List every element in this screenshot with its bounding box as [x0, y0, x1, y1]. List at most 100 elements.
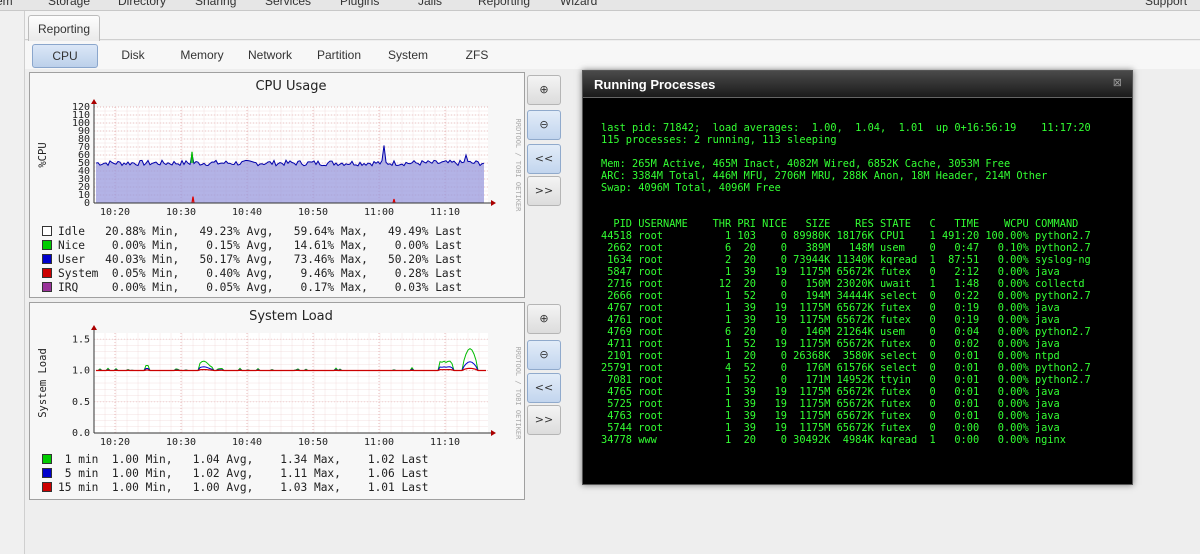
system-load-panel: System Load System Load RRDTOOL / TOBI OET…: [29, 302, 525, 500]
dialog-titlebar[interactable]: Running Processes ⊠: [583, 71, 1132, 98]
top-output-line: PID USERNAME THR PRI NICE SIZE RES STATE…: [601, 218, 1079, 230]
close-icon[interactable]: ⊠: [1113, 76, 1122, 89]
legend-stats: 1.00 Min, 1.02 Avg, 1.11 Max, 1.06 Last: [98, 467, 429, 480]
process-row: 44518 root 1 103 0 89980K 18176K CPU1 1 …: [601, 230, 1091, 242]
top-menu-item[interactable]: Support: [1145, 0, 1187, 8]
top-output-line: Mem: 265M Active, 465M Inact, 4082M Wire…: [601, 158, 1011, 170]
subtab-zfs[interactable]: ZFS: [449, 44, 505, 66]
process-row: 4711 root 1 52 19 1175M 65672K futex 0 0…: [601, 338, 1060, 350]
top-output-line: Swap: 4096M Total, 4096M Free: [601, 182, 781, 194]
x-tick-label: 10:20: [100, 207, 130, 218]
x-axis-arrow-icon: [491, 430, 496, 436]
process-row: 1634 root 2 20 0 73944K 11340K kqread 1 …: [601, 254, 1091, 266]
subtab-network[interactable]: Network: [239, 44, 301, 66]
legend-name: Idle: [58, 225, 85, 238]
top-menu-item[interactable]: Sharing: [195, 0, 236, 8]
legend-name: 15 min: [58, 481, 99, 494]
y-tick-label: 1.0: [72, 366, 90, 377]
subtab-memory[interactable]: Memory: [172, 44, 232, 66]
chart-title: CPU Usage: [255, 79, 326, 94]
chart-title: System Load: [249, 309, 333, 324]
tab-strip: [25, 11, 1200, 40]
top-menu-bar: em Storage Directory Sharing Services Plugins…: [0, 0, 1200, 11]
rrdtool-credit: RRDTOOL / TOBI OETIKER: [514, 347, 522, 441]
legend-row: Nice 0.00% Min, 0.15% Avg, 14.61% Max, 0…: [42, 239, 462, 253]
y-tick-label: 1.5: [72, 334, 90, 345]
process-row: 4765 root 1 39 19 1175M 65672K futex 0 0…: [601, 386, 1060, 398]
subtab-system[interactable]: System: [378, 44, 438, 66]
top-menu-item[interactable]: em: [0, 0, 13, 8]
tab-reporting[interactable]: Reporting: [28, 15, 100, 42]
y-axis-arrow-icon: [91, 99, 97, 104]
process-row: 4769 root 6 20 0 146M 21264K usem 0 0:04…: [601, 326, 1091, 338]
legend-stats: 0.05% Min, 0.40% Avg, 9.46% Max, 0.28% L…: [98, 267, 463, 280]
cpu-zoom-out-button[interactable]: ⊖: [527, 110, 561, 140]
x-tick-label: 10:20: [100, 437, 130, 448]
legend-swatch: [42, 226, 52, 236]
y-axis-arrow-icon: [91, 325, 97, 330]
top-menu-item[interactable]: Services: [265, 0, 311, 8]
load-zoom-in-button[interactable]: ⊕: [527, 304, 561, 334]
top-menu-item[interactable]: Jails: [418, 0, 442, 8]
x-tick-label: 11:00: [364, 437, 394, 448]
load-forward-button[interactable]: >>: [527, 405, 561, 435]
top-output-line: [601, 206, 1091, 218]
legend-swatch: [42, 268, 52, 278]
load-zoom-out-button[interactable]: ⊖: [527, 340, 561, 370]
process-row: 5725 root 1 39 19 1175M 65672K futex 0 0…: [601, 398, 1060, 410]
x-tick-label: 11:00: [364, 207, 394, 218]
legend-name: 5 min: [58, 467, 99, 480]
legend-swatch: [42, 468, 52, 478]
load-back-button[interactable]: <<: [527, 373, 561, 403]
subtab-partition[interactable]: Partition: [307, 44, 371, 66]
top-menu-item[interactable]: Directory: [118, 0, 166, 8]
x-axis-arrow-icon: [491, 200, 496, 206]
subtab-disk[interactable]: Disk: [103, 44, 163, 66]
process-row: 4761 root 1 39 19 1175M 65672K futex 0 0…: [601, 314, 1060, 326]
cpu-back-button[interactable]: <<: [527, 144, 561, 174]
top-output-line: [601, 194, 1091, 206]
legend-name: Nice: [58, 239, 85, 252]
legend-stats: 20.88% Min, 49.23% Avg, 59.64% Max, 49.4…: [84, 225, 463, 238]
legend-swatch: [42, 240, 52, 250]
top-menu-item[interactable]: Storage: [48, 0, 90, 8]
legend-name: 1 min: [58, 453, 99, 466]
top-menu-item[interactable]: Reporting: [478, 0, 530, 8]
left-sidebar: [0, 11, 25, 554]
cpu-usage-panel: CPU Usage %CPU RRDTOOL / TOBI OETIKER 0 10 20…: [29, 72, 525, 298]
process-row: 2662 root 6 20 0 389M 148M usem 0 0:47 0…: [601, 242, 1091, 254]
legend-row: 15 min 1.00 Min, 1.00 Avg, 1.03 Max, 1.0…: [42, 481, 428, 495]
legend-stats: 1.00 Min, 1.00 Avg, 1.03 Max, 1.01 Last: [98, 481, 429, 494]
subtab-cpu[interactable]: CPU: [32, 44, 98, 68]
legend-row: User 40.03% Min, 50.17% Avg, 73.46% Max,…: [42, 253, 462, 267]
top-menu-item[interactable]: Plugins: [340, 0, 379, 8]
top-menu-item[interactable]: Wizard: [560, 0, 597, 8]
running-processes-dialog: Running Processes ⊠ last pid: 71842; loa…: [582, 70, 1133, 485]
legend-stats: 1.00 Min, 1.04 Avg, 1.34 Max, 1.02 Last: [98, 453, 429, 466]
legend-swatch: [42, 482, 52, 492]
legend-name: System: [58, 267, 99, 280]
x-tick-label: 11:10: [430, 437, 460, 448]
cpu-forward-button[interactable]: >>: [527, 176, 561, 206]
top-output-line: 115 processes: 2 running, 113 sleeping: [601, 134, 837, 146]
process-row: 5847 root 1 39 19 1175M 65672K futex 0 2…: [601, 266, 1060, 278]
y-tick-label: 0.0: [72, 428, 90, 439]
process-row: 2101 root 1 20 0 26368K 3580K select 0 0…: [601, 350, 1060, 362]
process-row: 2716 root 12 20 0 150M 23020K uwait 1 1:…: [601, 278, 1085, 290]
top-output-line: ARC: 3384M Total, 446M MFU, 2706M MRU, 2…: [601, 170, 1048, 182]
rrdtool-credit: RRDTOOL / TOBI OETIKER: [514, 119, 522, 213]
dialog-title: Running Processes: [594, 77, 716, 92]
legend-row: 5 min 1.00 Min, 1.02 Avg, 1.11 Max, 1.06…: [42, 467, 428, 481]
legend-name: IRQ: [58, 281, 79, 294]
legend-row: IRQ 0.00% Min, 0.05% Avg, 0.17% Max, 0.0…: [42, 281, 462, 295]
legend-row: 1 min 1.00 Min, 1.04 Avg, 1.34 Max, 1.02…: [42, 453, 428, 467]
top-output-line: [601, 146, 1091, 158]
legend-name: User: [58, 253, 85, 266]
cpu-zoom-in-button[interactable]: ⊕: [527, 75, 561, 105]
legend-stats: 0.00% Min, 0.05% Avg, 0.17% Max, 0.03% L…: [78, 281, 463, 294]
x-tick-label: 10:40: [232, 437, 262, 448]
y-axis-label: System Load: [37, 348, 49, 418]
load-legend: 1 min 1.00 Min, 1.04 Avg, 1.34 Max, 1.02…: [42, 453, 428, 495]
process-row: 5744 root 1 39 19 1175M 65672K futex 0 0…: [601, 422, 1060, 434]
process-row: 34778 www 1 20 0 30492K 4984K kqread 1 0…: [601, 434, 1066, 446]
